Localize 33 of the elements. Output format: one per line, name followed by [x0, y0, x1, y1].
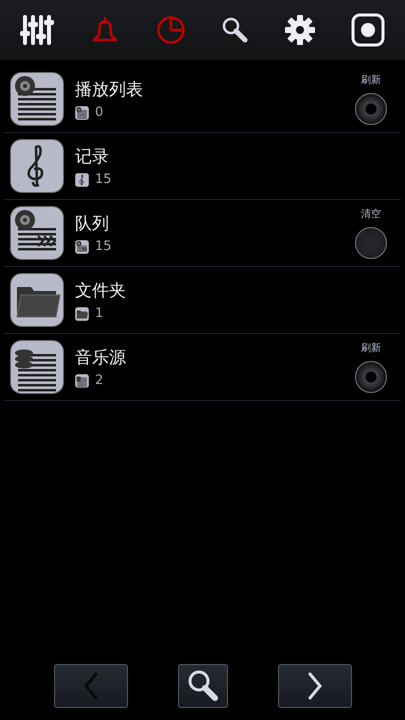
refresh-button[interactable] [355, 93, 387, 125]
small-treble-clef-icon [75, 172, 89, 186]
folder-icon[interactable] [10, 273, 64, 327]
small-queue-icon [75, 240, 89, 254]
clear-button[interactable] [355, 227, 387, 259]
playlist-icon[interactable] [10, 72, 64, 126]
action-label: 刷新 [361, 74, 381, 87]
equalizer-icon[interactable] [20, 15, 54, 45]
record-icon[interactable] [351, 13, 386, 47]
item-count: 1 [95, 306, 104, 321]
treble-clef-icon[interactable] [10, 139, 64, 193]
item-title: 记录 [75, 146, 110, 168]
small-playlist-icon [75, 106, 89, 120]
item-title: 播放列表 [75, 79, 144, 101]
item-count: 0 [95, 105, 104, 120]
item-count: 15 [95, 172, 112, 187]
small-stack-icon [75, 374, 89, 388]
item-title: 音乐源 [75, 347, 127, 369]
refresh-button[interactable] [355, 361, 387, 393]
clock-icon[interactable] [156, 15, 186, 45]
forward-button[interactable] [278, 664, 352, 708]
item-count: 15 [95, 239, 112, 254]
item-title: 文件夹 [75, 280, 127, 302]
item-count: 2 [95, 373, 104, 388]
action-label: 刷新 [361, 342, 381, 355]
item-title: 队列 [75, 213, 110, 235]
small-folder-icon [75, 306, 89, 320]
action-label: 清空 [361, 208, 381, 221]
search-button[interactable] [178, 664, 228, 708]
stack-icon[interactable] [10, 340, 64, 394]
settings-icon[interactable] [285, 15, 316, 45]
queue-icon[interactable] [10, 206, 64, 260]
search-icon[interactable] [221, 16, 250, 44]
